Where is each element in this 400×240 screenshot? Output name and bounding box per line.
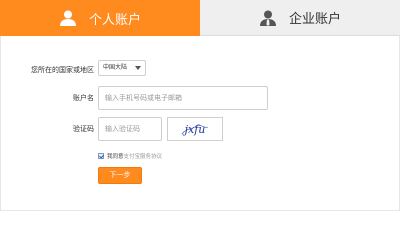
tab-personal-label: 个人账户 [88,12,141,28]
country-select[interactable]: 中国大陆 [98,60,146,76]
captcha-text: jxfu [182,123,206,136]
captcha-input[interactable] [98,117,162,141]
country-value: 中国大陆 [103,64,128,71]
country-label: 您所在的国家或地区 [31,66,94,74]
agree-checkbox[interactable] [98,153,104,159]
account-input[interactable] [98,86,268,110]
chevron-down-icon [135,66,141,70]
captcha-row: 验证码 jxfu [0,117,400,141]
tab-enterprise-label: 企业账户 [288,12,341,27]
captcha-label: 验证码 [73,125,94,133]
captcha-image[interactable]: jxfu [167,117,223,141]
captcha-graphic: jxfu [182,123,209,136]
agreement: 我同意 支付宝服务协议 [98,151,162,161]
country-row: 您所在的国家或地区 中国大陆 [0,58,400,82]
next-step-button[interactable]: 下一步 [98,167,142,184]
agreement-link[interactable]: 支付宝服务协议 [124,152,163,160]
tab-enterprise-account[interactable]: 企业账户 [200,0,400,36]
account-label: 账户名 [73,94,94,102]
tab-personal-account[interactable]: 个人账户 [0,0,200,36]
account-type-tabs: 个人账户 企业账户 [0,0,400,36]
user-icon [59,10,76,26]
account-row: 账户名 [0,86,400,110]
agree-text: 我同意 [107,154,124,160]
business-user-icon [259,10,276,26]
